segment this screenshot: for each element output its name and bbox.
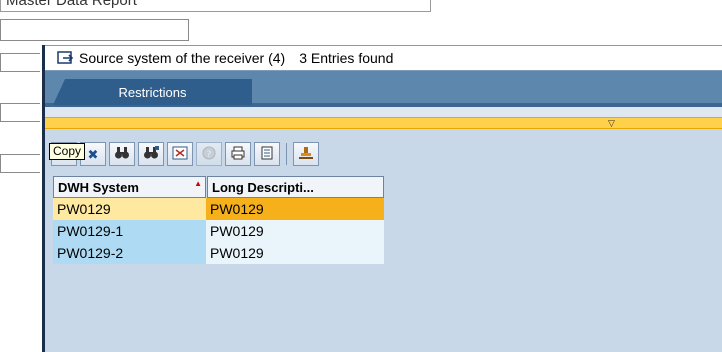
- toolbar-separator: [286, 143, 287, 165]
- tab-restrictions-label: Restrictions: [118, 84, 187, 100]
- find-button[interactable]: [109, 142, 135, 166]
- column-header-label: DWH System: [58, 179, 139, 195]
- binoculars-icon: [114, 146, 130, 163]
- results-table: DWH System ▲ Long Descripti... PW0129 PW…: [53, 176, 384, 264]
- cell-dwh-system[interactable]: PW0129-1: [53, 220, 206, 242]
- cell-long-description[interactable]: PW0129: [206, 198, 384, 220]
- background-field-stub[interactable]: [0, 103, 40, 122]
- separator: [45, 107, 722, 117]
- report-title-text: Master Data Report: [6, 0, 137, 9]
- binoculars-plus-icon: [143, 145, 159, 163]
- column-header-long-description[interactable]: Long Descripti...: [207, 176, 384, 198]
- tab-strip: Restrictions: [45, 71, 722, 107]
- stamp-icon: [298, 146, 314, 163]
- help-icon: ?: [201, 146, 217, 163]
- copy-tooltip: Copy: [49, 143, 86, 160]
- popup-window-icon: [57, 50, 75, 66]
- new-list-icon: [172, 146, 188, 163]
- popup-title: Source system of the receiver (4): [79, 50, 286, 66]
- popup-toolbar: ✔ ✖ ?: [51, 140, 319, 168]
- cell-long-description[interactable]: PW0129: [206, 242, 384, 264]
- entries-found-label: 3 Entries found: [299, 50, 394, 66]
- close-icon: ✖: [87, 146, 99, 162]
- tab-restrictions[interactable]: Restrictions: [53, 79, 252, 105]
- personalize-button[interactable]: [293, 142, 319, 166]
- sort-ascending-icon: ▲: [194, 179, 202, 188]
- svg-text:?: ?: [207, 150, 212, 160]
- cell-dwh-system[interactable]: PW0129-2: [53, 242, 206, 264]
- popup-title-bar[interactable]: Source system of the receiver (4) 3 Entr…: [45, 45, 722, 71]
- background-input-field[interactable]: [0, 19, 189, 41]
- value-help-popup: Source system of the receiver (4) 3 Entr…: [42, 45, 722, 352]
- printer-icon: [230, 146, 246, 163]
- find-next-button[interactable]: [138, 142, 164, 166]
- print-button[interactable]: [225, 142, 251, 166]
- list-icon: [260, 146, 274, 163]
- table-row[interactable]: PW0129 PW0129: [53, 198, 384, 220]
- help-button[interactable]: ?: [196, 142, 222, 166]
- table-row[interactable]: PW0129-2 PW0129: [53, 242, 384, 264]
- cell-long-description[interactable]: PW0129: [206, 220, 384, 242]
- background-report-title: Master Data Report: [0, 0, 431, 12]
- background-field-stub[interactable]: [0, 154, 40, 173]
- column-header-dwh-system[interactable]: DWH System ▲: [53, 176, 206, 198]
- cell-dwh-system[interactable]: PW0129: [53, 198, 206, 220]
- triangle-down-icon[interactable]: ▽: [608, 119, 615, 128]
- restrictions-collapse-bar[interactable]: ▽: [45, 117, 722, 129]
- new-search-button[interactable]: [167, 142, 193, 166]
- background-field-stub[interactable]: [0, 53, 40, 72]
- column-header-label: Long Descripti...: [212, 179, 314, 195]
- table-row[interactable]: PW0129-1 PW0129: [53, 220, 384, 242]
- table-header: DWH System ▲ Long Descripti...: [53, 176, 384, 198]
- export-button[interactable]: [254, 142, 280, 166]
